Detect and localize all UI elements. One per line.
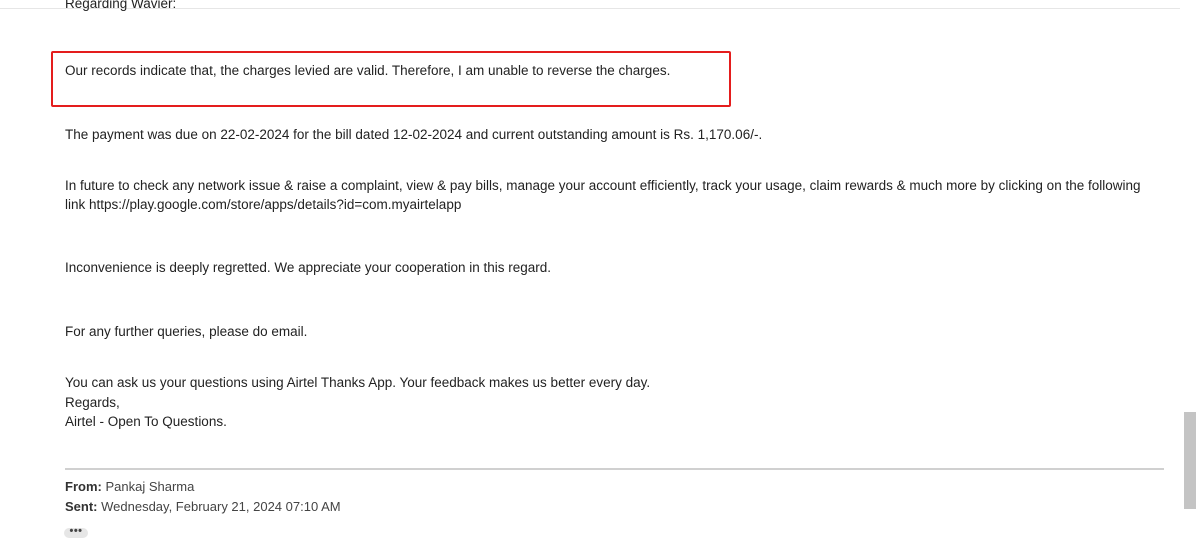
vertical-scrollbar-thumb[interactable] xyxy=(1184,412,1196,509)
cut-off-text-line: Regarding Wavier: xyxy=(65,0,177,11)
from-header: From: Pankaj Sharma xyxy=(65,478,194,496)
ask-paragraph: You can ask us your questions using Airt… xyxy=(65,375,651,390)
sent-header: Sent: Wednesday, February 21, 2024 07:10… xyxy=(65,498,341,516)
quoted-message-divider xyxy=(65,468,1164,470)
queries-paragraph: For any further queries, please do email… xyxy=(65,324,308,339)
future-info-line-2: link https://play.google.com/store/apps/… xyxy=(65,197,462,212)
payment-due-paragraph: The payment was due on 22-02-2024 for th… xyxy=(65,127,763,142)
sent-value: Wednesday, February 21, 2024 07:10 AM xyxy=(101,499,341,514)
highlighted-paragraph: Our records indicate that, the charges l… xyxy=(65,63,671,78)
show-more-ellipsis-icon[interactable]: ••• xyxy=(64,526,88,538)
signature-line: Airtel - Open To Questions. xyxy=(65,414,227,429)
sent-label: Sent: xyxy=(65,499,98,514)
future-info-line-1: In future to check any network issue & r… xyxy=(65,178,1141,193)
from-value: Pankaj Sharma xyxy=(105,479,195,494)
regards-line: Regards, xyxy=(65,395,120,410)
from-label: From: xyxy=(65,479,102,494)
inconvenience-paragraph: Inconvenience is deeply regretted. We ap… xyxy=(65,260,552,275)
top-divider xyxy=(0,8,1180,9)
